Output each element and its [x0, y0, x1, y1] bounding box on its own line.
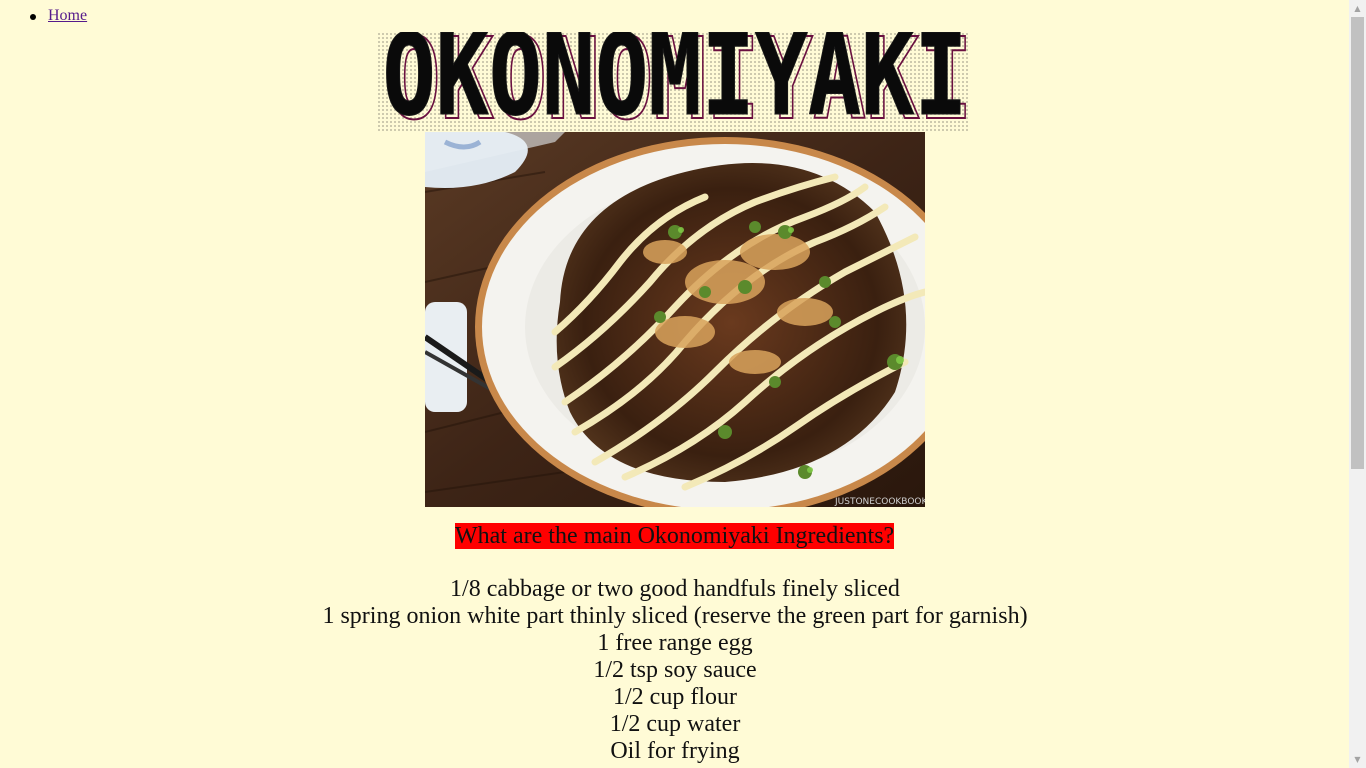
- list-item: 1/2 tsp soy sauce: [593, 657, 757, 683]
- list-item: 1 free range egg: [597, 630, 753, 656]
- list-item: 1/2 cup flour: [613, 684, 737, 710]
- ingredients-heading: What are the main Okonomiyaki Ingredient…: [455, 523, 895, 549]
- list-item: 1/2 cup water: [609, 711, 741, 737]
- okonomiyaki-photo: JUSTONECOOKBOOK: [425, 132, 925, 507]
- page-title: OKONOMIYAKI OKONOMIYAKI: [382, 32, 970, 132]
- arrow-down-icon[interactable]: ▼: [1349, 751, 1366, 768]
- list-item: Oil for frying: [610, 738, 740, 764]
- home-link[interactable]: Home: [48, 6, 87, 26]
- ingredients-list: 1/8 cabbage or two good handfuls finely …: [0, 576, 1350, 765]
- vertical-scrollbar[interactable]: ▲ ▼: [1349, 0, 1366, 768]
- list-item: 1/8 cabbage or two good handfuls finely …: [450, 576, 900, 602]
- scrollbar-thumb[interactable]: [1351, 17, 1364, 469]
- list-item: 1 spring onion white part thinly sliced …: [322, 603, 1028, 629]
- photo-watermark: JUSTONECOOKBOOK: [834, 497, 925, 507]
- page-title-banner: OKONOMIYAKI OKONOMIYAKI: [377, 32, 970, 132]
- arrow-up-icon[interactable]: ▲: [1349, 0, 1366, 17]
- page-title-text: OKONOMIYAKI: [383, 32, 968, 132]
